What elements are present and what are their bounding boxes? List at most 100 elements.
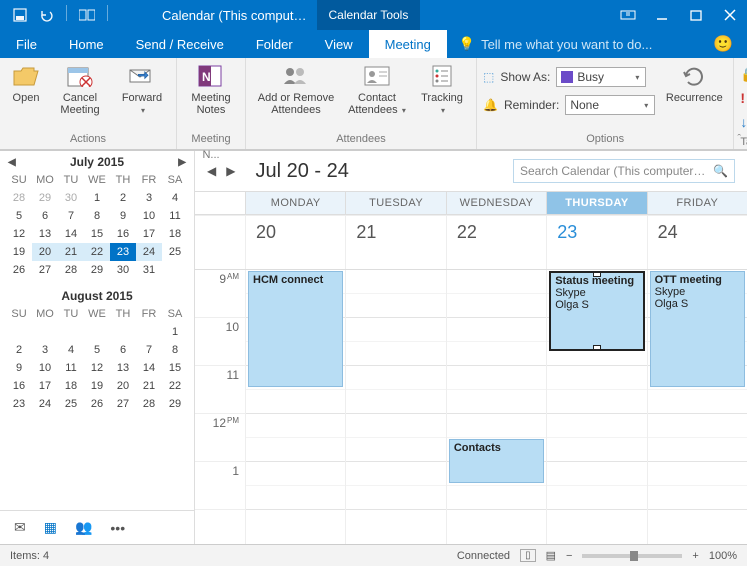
mini-day[interactable] (110, 323, 136, 341)
mini-day[interactable] (136, 323, 162, 341)
menu-file[interactable]: File (0, 30, 53, 58)
zoom-slider[interactable] (582, 554, 682, 558)
mini-day[interactable]: 16 (110, 225, 136, 243)
zoom-out-icon[interactable]: − (566, 550, 572, 562)
mini-day[interactable]: 8 (162, 341, 188, 359)
mini-day[interactable]: 27 (110, 395, 136, 413)
date-header[interactable]: 20 (245, 216, 345, 269)
mini-day[interactable]: 6 (110, 341, 136, 359)
mini-day[interactable]: 26 (84, 395, 110, 413)
mini-day[interactable]: 25 (58, 395, 84, 413)
mini-day[interactable]: 7 (58, 207, 84, 225)
mini-day[interactable]: 21 (136, 377, 162, 395)
mini-day[interactable]: 5 (84, 341, 110, 359)
mini-day[interactable]: 27 (32, 261, 58, 279)
mini-day[interactable] (58, 323, 84, 341)
mini-day[interactable]: 1 (162, 323, 188, 341)
quick-access-save-icon[interactable] (10, 5, 30, 25)
search-calendar-input[interactable]: Search Calendar (This computer only) (Ct… (513, 159, 735, 183)
mini-day[interactable]: 8 (84, 207, 110, 225)
mini-day[interactable]: 26 (6, 261, 32, 279)
mini-day[interactable]: 21 (58, 243, 84, 261)
calendar-nav-icon[interactable]: ▦ (44, 519, 57, 536)
zoom-in-icon[interactable]: + (692, 550, 698, 562)
lock-icon[interactable]: 🔒 (740, 62, 747, 86)
contextual-tab[interactable]: Calendar Tools (317, 0, 421, 30)
day-column[interactable] (345, 270, 445, 544)
mini-day[interactable]: 24 (136, 243, 162, 261)
mini-day[interactable]: 29 (32, 189, 58, 207)
mini-day[interactable]: 4 (58, 341, 84, 359)
mini-day[interactable]: 22 (162, 377, 188, 395)
menu-meeting[interactable]: Meeting (369, 30, 447, 58)
mini-day[interactable] (32, 323, 58, 341)
next-week-icon[interactable]: ▶ (226, 164, 235, 178)
calendar-event[interactable]: OTT meetingSkypeOlga S (650, 271, 745, 387)
mini-day[interactable]: 14 (58, 225, 84, 243)
mini-day[interactable]: 5 (6, 207, 32, 225)
mini-day[interactable]: 22 (84, 243, 110, 261)
mini-day[interactable] (162, 261, 188, 279)
mini-day[interactable]: 6 (32, 207, 58, 225)
tracking-button[interactable]: Tracking▾ (414, 62, 470, 117)
mini-day[interactable]: 3 (136, 189, 162, 207)
calendar-event[interactable]: Status meetingSkypeOlga S (549, 271, 644, 351)
menu-view[interactable]: View (309, 30, 369, 58)
view-normal-icon[interactable]: ▯ (520, 549, 536, 562)
quick-access-view-icon[interactable] (77, 5, 97, 25)
menu-send-receive[interactable]: Send / Receive (120, 30, 240, 58)
tell-me-input[interactable]: 💡 Tell me what you want to do... (447, 36, 652, 52)
meeting-notes-button[interactable]: N Meeting Notes (183, 62, 239, 116)
minimize-button[interactable] (645, 0, 679, 30)
importance-high-icon[interactable]: ! (740, 86, 745, 110)
mini-day[interactable]: 12 (6, 225, 32, 243)
quick-access-undo-icon[interactable] (36, 5, 56, 25)
mini-day[interactable] (84, 323, 110, 341)
mini-day[interactable]: 23 (110, 243, 136, 261)
mini-day[interactable]: 3 (32, 341, 58, 359)
mini-day[interactable]: 13 (110, 359, 136, 377)
mini-day[interactable]: 15 (84, 225, 110, 243)
date-header[interactable]: 24 (647, 216, 747, 269)
mini-day[interactable]: 14 (136, 359, 162, 377)
date-header[interactable]: 21 (345, 216, 445, 269)
cancel-meeting-button[interactable]: Cancel Meeting (52, 62, 108, 116)
mini-day[interactable]: 1 (84, 189, 110, 207)
mini-day[interactable]: 23 (6, 395, 32, 413)
mini-day[interactable]: 2 (110, 189, 136, 207)
show-as-dropdown[interactable]: Busy ▾ (556, 67, 646, 87)
mini-day[interactable]: 25 (162, 243, 188, 261)
calendar-event[interactable]: HCM connect (248, 271, 343, 387)
mini-day[interactable]: 11 (162, 207, 188, 225)
menu-folder[interactable]: Folder (240, 30, 309, 58)
day-header[interactable]: MONDAY (245, 192, 345, 214)
menu-home[interactable]: Home (53, 30, 120, 58)
mini-day[interactable]: 12 (84, 359, 110, 377)
mini-day[interactable]: 20 (110, 377, 136, 395)
date-header[interactable]: 23 (546, 216, 646, 269)
collapse-ribbon-icon[interactable]: ˆ (737, 133, 741, 145)
contact-attendees-button[interactable]: Contact Attendees ▾ (346, 62, 408, 117)
mini-day[interactable]: 17 (32, 377, 58, 395)
calendar-event[interactable]: Contacts (449, 439, 544, 483)
mini-calendar-july[interactable]: SUMOTUWETHFRSA 2829301234567891011121314… (0, 171, 194, 285)
close-button[interactable] (713, 0, 747, 30)
mini-day[interactable]: 7 (136, 341, 162, 359)
maximize-button[interactable] (679, 0, 713, 30)
mini-calendar-august[interactable]: SUMOTUWETHFRSA 1234567891011121314151617… (0, 305, 194, 419)
prev-month-icon[interactable]: ◀ (8, 157, 16, 168)
forward-button[interactable]: Forward▾ (114, 62, 170, 117)
mini-day[interactable]: 30 (110, 261, 136, 279)
mini-day[interactable]: 20 (32, 243, 58, 261)
ribbon-toggle-icon[interactable] (611, 0, 645, 30)
mini-day[interactable]: 11 (58, 359, 84, 377)
open-button[interactable]: Open (6, 62, 46, 104)
mini-day[interactable]: 29 (84, 261, 110, 279)
feedback-smiley-icon[interactable]: 🙂 (713, 34, 747, 54)
day-header[interactable]: WEDNESDAY (446, 192, 546, 214)
date-header[interactable]: 22 (446, 216, 546, 269)
day-header[interactable]: THURSDAY (546, 192, 646, 214)
search-icon[interactable]: 🔍 (713, 164, 728, 178)
mini-day[interactable] (6, 323, 32, 341)
mini-day[interactable]: 29 (162, 395, 188, 413)
